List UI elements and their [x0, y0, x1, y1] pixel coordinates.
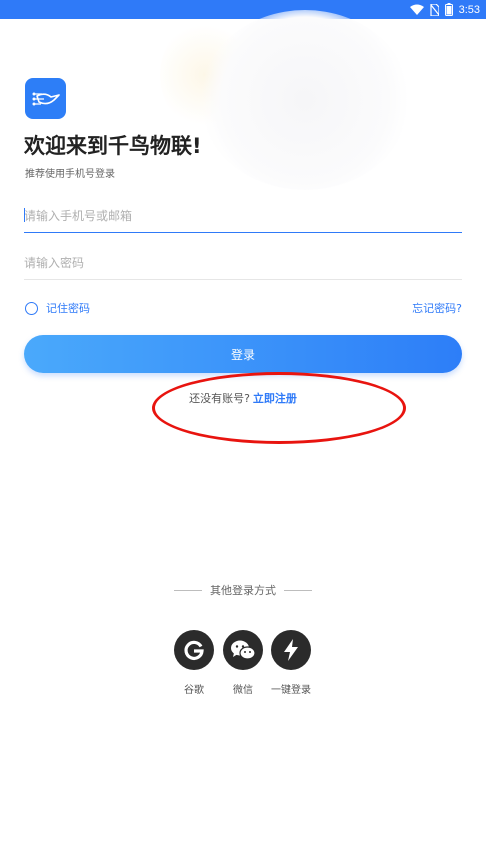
welcome-subtitle: 推荐使用手机号登录: [25, 169, 115, 180]
google-icon: [184, 640, 204, 660]
other-login-header: 其他登录方式: [0, 582, 486, 598]
lightning-icon: [284, 639, 298, 661]
background-decoration: [200, 10, 410, 190]
one-tap-login-circle[interactable]: [271, 630, 311, 670]
annotation-circle: [152, 372, 406, 444]
remember-radio[interactable]: [25, 301, 38, 315]
status-time: 3:53: [458, 3, 480, 16]
password-field[interactable]: [24, 245, 462, 280]
other-login-title: 其他登录方式: [210, 584, 276, 597]
forgot-password-link[interactable]: 忘记密码?: [412, 300, 462, 316]
password-input[interactable]: [24, 251, 462, 275]
welcome-title: 欢迎来到千鸟物联!: [24, 134, 202, 158]
remember-label: 记住密码: [46, 302, 90, 315]
wechat-login-circle[interactable]: [223, 630, 263, 670]
divider-line: [174, 589, 202, 591]
wechat-icon: [231, 640, 256, 660]
divider-line: [284, 589, 312, 591]
one-tap-login-button[interactable]: 一键登录: [271, 630, 311, 696]
one-tap-label: 一键登录: [271, 685, 311, 696]
status-bar: 3:53: [0, 0, 486, 19]
remember-password-toggle[interactable]: 记住密码: [25, 300, 90, 316]
login-button[interactable]: 登录: [24, 335, 462, 373]
bird-circuit-icon: [32, 92, 60, 105]
wechat-login-button[interactable]: 微信: [223, 630, 263, 696]
account-field[interactable]: [24, 198, 462, 233]
google-login-circle[interactable]: [174, 630, 214, 670]
account-input[interactable]: [24, 204, 462, 228]
google-login-button[interactable]: 谷歌: [174, 630, 214, 696]
wifi-icon: [409, 4, 424, 15]
login-screen: 3:53 欢迎来到千鸟物联! 推荐使用手机号登录 记住密码 忘记密码? 登录 还…: [0, 0, 486, 865]
battery-icon: [444, 3, 453, 16]
no-sim-icon: [429, 3, 439, 16]
text-cursor: [24, 208, 25, 222]
app-logo: [25, 78, 66, 119]
